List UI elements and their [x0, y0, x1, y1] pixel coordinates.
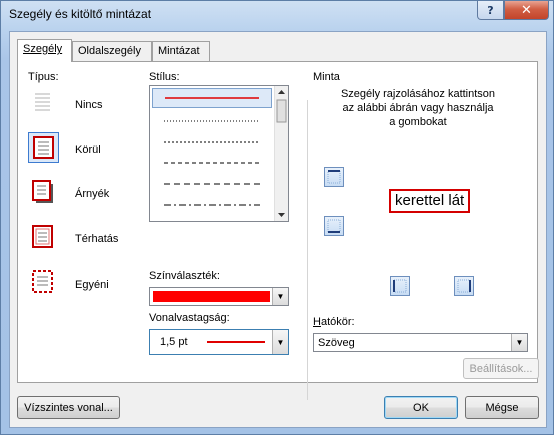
bottom-border-button[interactable]: [324, 216, 344, 236]
style-listbox[interactable]: [149, 85, 289, 222]
dialog-client: Szegély Oldalszegély Mintázat Típus: Nin…: [9, 31, 547, 428]
horizontal-line-button[interactable]: Vízszintes vonal...: [17, 396, 120, 419]
tab-label: Szegély: [23, 43, 63, 55]
setting-custom[interactable]: [28, 267, 59, 298]
help-icon: ?: [487, 3, 494, 17]
dialog-title: Szegély és kitöltő mintázat: [9, 7, 152, 21]
left-border-button[interactable]: [390, 276, 410, 296]
options-button[interactable]: Beállítások...: [463, 358, 539, 379]
color-combo[interactable]: ▼: [149, 287, 289, 306]
setting-box[interactable]: [28, 132, 59, 163]
color-swatch: [153, 291, 270, 302]
tab-oldalszegely[interactable]: Oldalszegély: [72, 41, 152, 61]
scrollbar-arrows: [276, 90, 287, 217]
close-button[interactable]: ✕: [504, 1, 549, 20]
setting-3d-label: Térhatás: [75, 233, 119, 245]
bottom-border-icon: [327, 219, 341, 233]
custom-border-icon: [32, 270, 53, 293]
help-button[interactable]: ?: [477, 1, 504, 20]
right-border-icon: [457, 279, 471, 293]
width-value: 1,5 pt: [160, 336, 188, 348]
hint-line: a gombokat: [389, 116, 447, 128]
column-separator: [307, 100, 308, 400]
solid-line-sample: [165, 97, 259, 99]
left-border-icon: [393, 279, 407, 293]
tab-label: Oldalszegély: [78, 45, 141, 57]
box-border-icon: [33, 136, 54, 159]
color-label: Színválaszték:: [149, 270, 220, 282]
tab-szegely[interactable]: Szegély: [17, 39, 72, 62]
tab-mintazat[interactable]: Mintázat: [152, 41, 210, 61]
chevron-down-icon[interactable]: ▼: [272, 330, 288, 354]
none-border-icon: [35, 93, 50, 111]
dialog-window: Szegély és kitöltő mintázat ? ✕ Szegély …: [0, 0, 554, 435]
ok-button[interactable]: OK: [384, 396, 458, 419]
width-label: Vonalvastagság:: [149, 312, 230, 324]
top-border-button[interactable]: [324, 167, 344, 187]
type-label: Típus:: [28, 71, 59, 83]
hint-line: Szegély rajzolásához kattintson: [340, 88, 496, 100]
style-options: [164, 120, 260, 206]
setting-shadow[interactable]: [28, 177, 59, 208]
applies-to-combo[interactable]: Szöveg ▼: [313, 333, 528, 352]
preview-hint: Szegély rajzolásához kattintson az alább…: [318, 87, 518, 129]
style-label: Stílus:: [149, 71, 180, 83]
setting-custom-label: Egyéni: [75, 279, 109, 291]
style-scrollbar[interactable]: [274, 86, 288, 221]
applies-to-value: Szöveg: [318, 337, 355, 349]
hint-line: az alábbi ábrán vagy használja: [342, 102, 494, 114]
preview-title: Minta: [313, 71, 340, 83]
style-selected-item[interactable]: [152, 88, 272, 108]
setting-none-label: Nincs: [75, 99, 103, 111]
setting-box-label: Körül: [75, 144, 101, 156]
shadow-border-icon: [32, 180, 53, 203]
setting-3d[interactable]: [28, 222, 59, 253]
title-bar[interactable]: Szegély és kitöltő mintázat ? ✕: [1, 1, 553, 28]
3d-border-icon: [32, 225, 53, 248]
tab-label: Mintázat: [158, 45, 200, 57]
width-line-sample: [207, 341, 265, 343]
setting-shadow-label: Árnyék: [75, 188, 110, 200]
chevron-down-icon[interactable]: ▼: [511, 334, 527, 351]
top-border-icon: [327, 170, 341, 184]
right-border-button[interactable]: [454, 276, 474, 296]
setting-none[interactable]: [28, 88, 59, 119]
cancel-button[interactable]: Mégse: [465, 396, 539, 419]
chevron-down-icon[interactable]: ▼: [272, 288, 288, 305]
border-tab-panel: Típus: Nincs Körül Árnyék Térhatás Egyén…: [17, 61, 539, 400]
preview-sample[interactable]: kerettel lát: [389, 189, 471, 213]
width-combo[interactable]: 1,5 pt ▼: [149, 329, 289, 355]
applies-to-label: Hatókör:: [313, 316, 355, 328]
close-icon: ✕: [521, 2, 532, 18]
